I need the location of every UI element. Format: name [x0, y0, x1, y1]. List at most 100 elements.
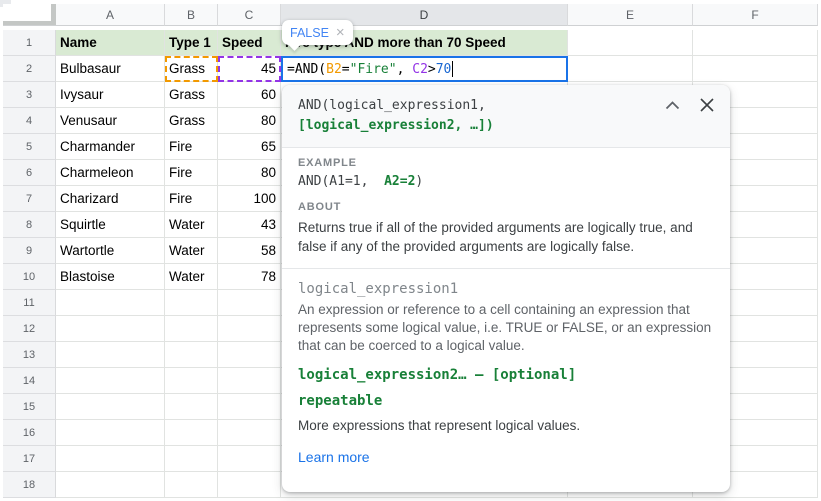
example-code: AND(A1=1, A2=2)	[298, 174, 714, 189]
cell-A6[interactable]: Charmeleon	[56, 160, 165, 186]
cell-B2[interactable]: Grass	[165, 56, 218, 82]
row-header-9[interactable]: 9	[3, 238, 56, 264]
formula-token-0: =AND(	[287, 61, 327, 77]
popup-example-section: EXAMPLE AND(A1=1, A2=2) ABOUT Returns tr…	[282, 148, 730, 268]
row-header-4[interactable]: 4	[3, 108, 56, 134]
close-icon[interactable]	[700, 98, 714, 112]
formula-token-6: >	[427, 61, 436, 77]
cell-C15[interactable]	[218, 394, 281, 420]
column-header-c[interactable]: C	[218, 4, 281, 26]
cell-B5[interactable]: Fire	[165, 134, 218, 160]
row-header-13[interactable]: 13	[3, 342, 56, 368]
column-header-f[interactable]: F	[693, 4, 818, 26]
cell-B15[interactable]	[165, 394, 218, 420]
row-header-6[interactable]: 6	[3, 160, 56, 186]
row-header-7[interactable]: 7	[3, 186, 56, 212]
row-header-18[interactable]: 18	[3, 472, 56, 498]
cell-A2[interactable]: Bulbasaur	[56, 56, 165, 82]
cell-C2[interactable]: 45	[218, 56, 281, 82]
cell-A16[interactable]	[56, 420, 165, 446]
row-header-10[interactable]: 10	[3, 264, 56, 290]
cell-C10[interactable]: 78	[218, 264, 281, 290]
cell-C9[interactable]: 58	[218, 238, 281, 264]
function-help-popup: AND(logical_expression1, [logical_expres…	[282, 85, 730, 492]
cell-A13[interactable]	[56, 342, 165, 368]
cell-B11[interactable]	[165, 290, 218, 316]
cell-A17[interactable]	[56, 446, 165, 472]
row-header-5[interactable]: 5	[3, 134, 56, 160]
formula-cell-d2[interactable]: =AND(B2 = "Fire", C2 >70	[281, 56, 568, 82]
cell-C4[interactable]: 80	[218, 108, 281, 134]
cell-A4[interactable]: Venusaur	[56, 108, 165, 134]
cell-C6[interactable]: 80	[218, 160, 281, 186]
cell-F2[interactable]	[693, 56, 818, 82]
cell-C1[interactable]: Speed	[218, 30, 281, 56]
row-header-8[interactable]: 8	[3, 212, 56, 238]
sheet-row-1: 1 Name Type 1 Speed Fire type AND more than …	[3, 30, 818, 56]
argument2-name: logical_expression2… – [optional]	[298, 367, 577, 383]
learn-more-link[interactable]: Learn more	[298, 449, 370, 465]
cell-A8[interactable]: Squirtle	[56, 212, 165, 238]
row-header-12[interactable]: 12	[3, 316, 56, 342]
chip-close-icon[interactable]: ×	[336, 25, 345, 40]
cell-B4[interactable]: Grass	[165, 108, 218, 134]
column-header-a[interactable]: A	[56, 4, 165, 26]
cell-A18[interactable]	[56, 472, 165, 498]
cell-B16[interactable]	[165, 420, 218, 446]
cell-A10[interactable]: Blastoise	[56, 264, 165, 290]
cell-C14[interactable]	[218, 368, 281, 394]
cell-B12[interactable]	[165, 316, 218, 342]
cell-B8[interactable]: Water	[165, 212, 218, 238]
row-header-16[interactable]: 16	[3, 420, 56, 446]
cell-A15[interactable]	[56, 394, 165, 420]
cell-C8[interactable]: 43	[218, 212, 281, 238]
cell-C5[interactable]: 65	[218, 134, 281, 160]
row-header-1[interactable]: 1	[3, 30, 56, 56]
argument1-description: An expression or reference to a cell con…	[298, 302, 712, 353]
cell-C13[interactable]	[218, 342, 281, 368]
row-header-2[interactable]: 2	[3, 56, 56, 82]
cell-B1[interactable]: Type 1	[165, 30, 218, 56]
cell-E1[interactable]	[568, 30, 693, 56]
cell-A12[interactable]	[56, 316, 165, 342]
cell-C11[interactable]	[218, 290, 281, 316]
cell-C16[interactable]	[218, 420, 281, 446]
column-header-e[interactable]: E	[568, 4, 693, 26]
cell-B9[interactable]: Water	[165, 238, 218, 264]
cell-A11[interactable]	[56, 290, 165, 316]
cell-C17[interactable]	[218, 446, 281, 472]
cell-A1[interactable]: Name	[56, 30, 165, 56]
row-header-3[interactable]: 3	[3, 82, 56, 108]
collapse-chevron-icon[interactable]	[665, 100, 680, 110]
cell-E2[interactable]	[568, 56, 693, 82]
formula-token-4: ,	[396, 61, 413, 77]
row-header-14[interactable]: 14	[3, 368, 56, 394]
cell-A5[interactable]: Charmander	[56, 134, 165, 160]
cell-B6[interactable]: Fire	[165, 160, 218, 186]
row-header-15[interactable]: 15	[3, 394, 56, 420]
cell-C12[interactable]	[218, 316, 281, 342]
example-code-highlight: A2=2	[384, 174, 416, 189]
cell-C3[interactable]: 60	[218, 82, 281, 108]
select-all-corner[interactable]	[3, 4, 56, 26]
cell-A9[interactable]: Wartortle	[56, 238, 165, 264]
cell-B18[interactable]	[165, 472, 218, 498]
cell-C18[interactable]	[218, 472, 281, 498]
cell-B14[interactable]	[165, 368, 218, 394]
column-header-b[interactable]: B	[165, 4, 218, 26]
row-header-11[interactable]: 11	[3, 290, 56, 316]
cell-A3[interactable]: Ivysaur	[56, 82, 165, 108]
row-header-17[interactable]: 17	[3, 446, 56, 472]
formula-token-5: C2	[412, 61, 428, 77]
formula-token-1: B2	[326, 61, 342, 77]
cell-B10[interactable]: Water	[165, 264, 218, 290]
cell-B7[interactable]: Fire	[165, 186, 218, 212]
cell-A14[interactable]	[56, 368, 165, 394]
cell-F1[interactable]	[693, 30, 818, 56]
cell-B13[interactable]	[165, 342, 218, 368]
cell-B17[interactable]	[165, 446, 218, 472]
cell-C7[interactable]: 100	[218, 186, 281, 212]
cell-A7[interactable]: Charizard	[56, 186, 165, 212]
cell-B3[interactable]: Grass	[165, 82, 218, 108]
about-label: ABOUT	[298, 201, 342, 213]
